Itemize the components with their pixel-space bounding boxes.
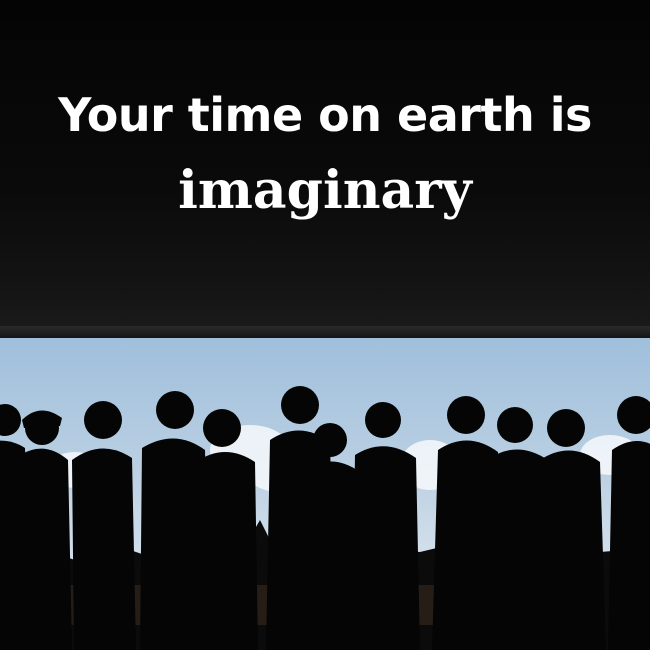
headline-line1: Your time on earth is [58, 88, 592, 142]
headline-line2: imaginary [178, 160, 472, 221]
poster: Your time on earth is imaginary [0, 0, 650, 650]
people-silhouettes [0, 386, 650, 650]
